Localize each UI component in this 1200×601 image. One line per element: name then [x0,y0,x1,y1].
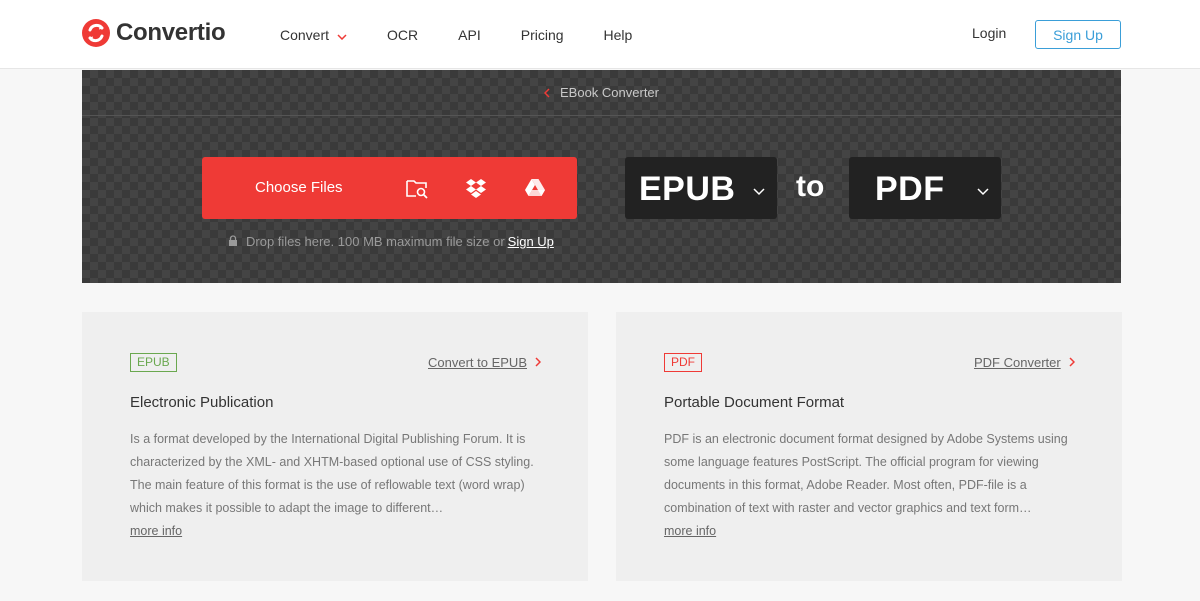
convertio-logo-icon [82,19,110,47]
chevron-right-icon [535,355,542,370]
top-header: Convertio Convert OCR API Pricing Help L… [0,0,1200,69]
brand-name: Convertio [116,19,226,46]
nav-ocr[interactable]: OCR [387,27,418,43]
choose-files-button[interactable]: Choose Files [202,157,577,219]
folder-search-icon[interactable] [405,176,429,200]
from-format-value: EPUB [639,170,736,208]
drop-note: Drop files here. 100 MB maximum file siz… [228,234,554,249]
format-badge: PDF [664,353,702,372]
to-label: to [796,170,825,203]
login-link[interactable]: Login [972,25,1006,41]
breadcrumb: EBook Converter [82,70,1121,116]
dropbox-icon[interactable] [464,176,488,200]
chevron-left-icon [543,85,550,101]
drop-note-text: Drop files here. 100 MB maximum file siz… [246,234,505,249]
pdf-converter-link[interactable]: PDF Converter [974,355,1075,370]
brand-logo[interactable]: Convertio [82,19,226,47]
main-nav: Convert OCR API Pricing Help [280,0,672,69]
card-title: Portable Document Format [664,394,845,411]
more-info-link[interactable]: more info [664,524,716,538]
breadcrumb-link[interactable]: EBook Converter [560,85,659,100]
chevron-right-icon [1069,355,1075,370]
card-link-label: Convert to EPUB [428,355,527,370]
convert-to-epub-link[interactable]: Convert to EPUB [428,355,542,370]
google-drive-icon[interactable] [523,176,547,200]
drop-note-signup-link[interactable]: Sign Up [508,234,554,249]
nav-help[interactable]: Help [604,27,633,43]
to-format-value: PDF [875,170,945,208]
signup-button[interactable]: Sign Up [1035,20,1121,49]
choose-files-label: Choose Files [255,179,343,196]
format-card-pdf: PDF PDF Converter Portable Document Form… [616,312,1122,581]
more-info-link[interactable]: more info [130,524,182,538]
format-badge: EPUB [130,353,177,372]
card-description: Is a format developed by the Internation… [130,432,534,515]
nav-pricing[interactable]: Pricing [521,27,564,43]
nav-api[interactable]: API [458,27,481,43]
format-card-epub: EPUB Convert to EPUB Electronic Publicat… [82,312,588,581]
card-title: Electronic Publication [130,394,274,411]
converter-hero: EBook Converter Choose Files Drop files … [82,70,1121,283]
lock-icon [228,234,238,249]
chevron-down-icon [753,183,765,201]
to-format-select[interactable]: PDF [849,157,1001,219]
from-format-select[interactable]: EPUB [625,157,777,219]
chevron-down-icon [337,27,347,43]
card-description: PDF is an electronic document format des… [664,432,1068,515]
nav-convert-label: Convert [280,26,330,43]
card-link-label: PDF Converter [974,355,1061,370]
chevron-down-icon [977,183,989,201]
nav-convert[interactable]: Convert [280,27,347,43]
